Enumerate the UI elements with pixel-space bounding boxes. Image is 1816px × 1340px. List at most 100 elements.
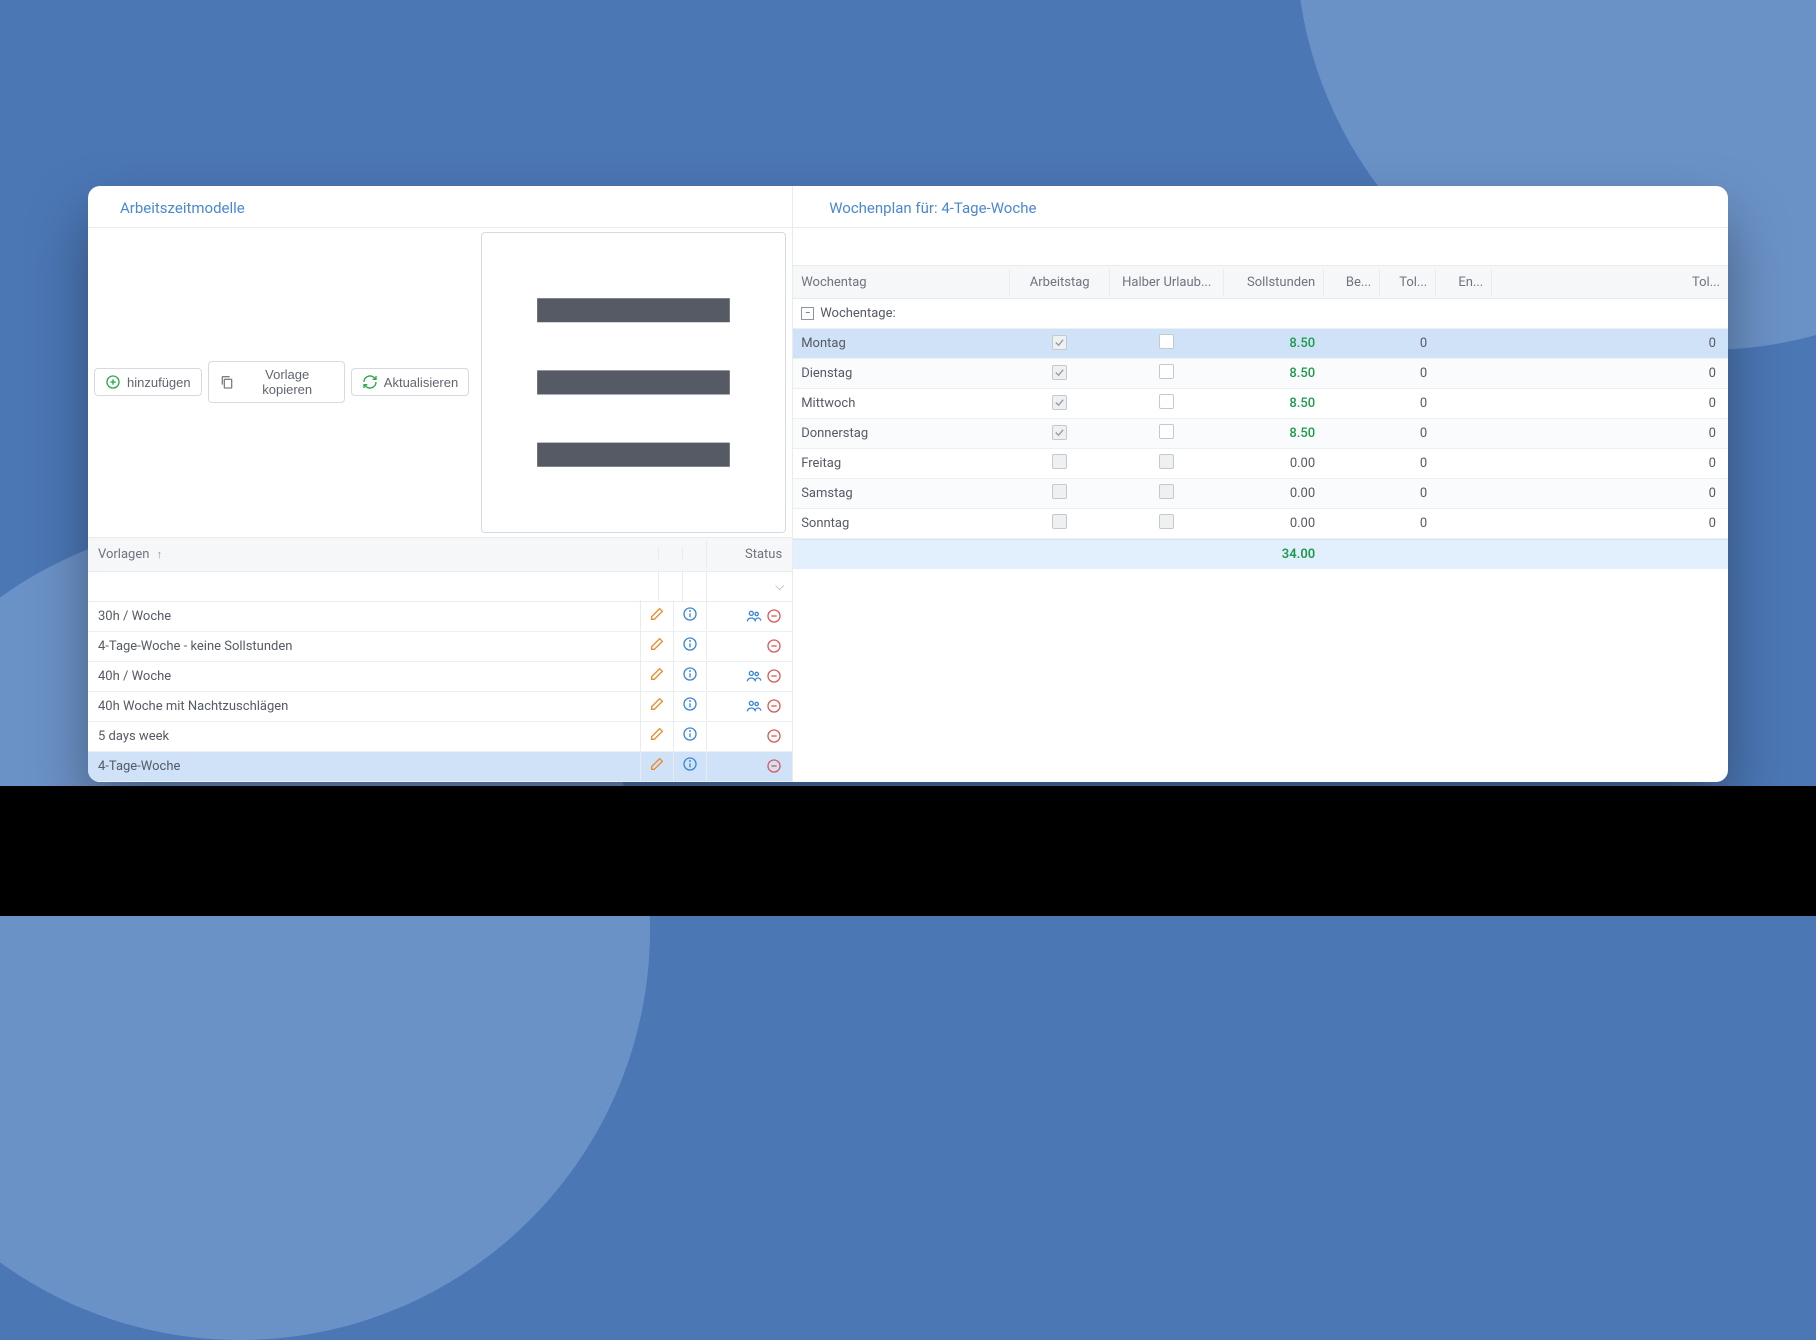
day-name: Freitag (793, 450, 1009, 477)
toolbar-left: hinzufügen Vorlage kopieren Aktualisiere… (88, 227, 792, 538)
col-header-vorlagen[interactable]: Vorlagen ↑ (88, 541, 658, 568)
workday-checkbox[interactable] (1052, 395, 1067, 410)
day-name: Donnerstag (793, 420, 1009, 447)
tol1-value: 0 (1379, 450, 1435, 477)
edit-icon[interactable] (649, 726, 665, 742)
halfvac-checkbox[interactable] (1159, 514, 1174, 529)
remove-icon[interactable] (766, 668, 782, 684)
col-header-be[interactable]: Be... (1323, 269, 1379, 296)
tol2-value: 0 (1491, 360, 1728, 387)
info-icon[interactable] (682, 756, 698, 772)
left-grid-body: 30h / Woche4-Tage-Woche - keine Sollstun… (88, 602, 792, 782)
day-name: Montag (793, 330, 1009, 357)
filter-status[interactable]: ⌵ (706, 572, 792, 601)
col-header-tol1[interactable]: Tol... (1379, 269, 1435, 296)
edit-icon[interactable] (649, 696, 665, 712)
template-name: 4-Tage-Woche - keine Sollstunden (88, 633, 640, 660)
table-row[interactable]: 4-Tage-Woche (88, 752, 792, 782)
info-icon[interactable] (682, 636, 698, 652)
en-value (1435, 488, 1491, 500)
workday-checkbox[interactable] (1052, 425, 1067, 440)
col-header-halber-urlaub[interactable]: Halber Urlaub... (1109, 269, 1223, 296)
edit-icon[interactable] (649, 606, 665, 622)
add-button[interactable]: hinzufügen (94, 368, 202, 396)
col-header-sollstunden[interactable]: Sollstunden (1223, 269, 1323, 296)
info-icon[interactable] (682, 606, 698, 622)
group-row-wochentage[interactable]: − Wochentage: (793, 299, 1728, 329)
menu-icon (489, 238, 778, 527)
tol1-value: 0 (1379, 330, 1435, 357)
remove-icon[interactable] (766, 728, 782, 744)
template-name: 40h / Woche (88, 663, 640, 690)
users-icon[interactable] (746, 698, 762, 714)
template-name: 40h Woche mit Nachtzuschlägen (88, 693, 640, 720)
table-row[interactable]: Freitag0.0000 (793, 449, 1728, 479)
en-value (1435, 428, 1491, 440)
table-row[interactable]: 40h Woche mit Nachtzuschlägen (88, 692, 792, 722)
halfvac-checkbox[interactable] (1159, 364, 1174, 379)
workday-checkbox[interactable] (1052, 484, 1067, 499)
tol2-value: 0 (1491, 480, 1728, 507)
col-header-arbeitstag[interactable]: Arbeitstag (1009, 269, 1109, 296)
info-icon[interactable] (682, 696, 698, 712)
collapse-icon[interactable]: − (801, 307, 814, 320)
info-icon[interactable] (682, 726, 698, 742)
workday-checkbox[interactable] (1052, 335, 1067, 350)
tol1-value: 0 (1379, 480, 1435, 507)
copy-template-button[interactable]: Vorlage kopieren (208, 361, 345, 403)
be-value (1323, 458, 1379, 470)
halfvac-checkbox[interactable] (1159, 394, 1174, 409)
col-header-edit (658, 548, 682, 560)
halfvac-checkbox[interactable] (1159, 424, 1174, 439)
table-row[interactable]: Sonntag0.0000 (793, 509, 1728, 539)
filter-info (682, 572, 706, 601)
en-value (1435, 458, 1491, 470)
remove-icon[interactable] (766, 638, 782, 654)
col-header-en[interactable]: En... (1435, 269, 1491, 296)
panel-title-right: Wochenplan für: 4-Tage-Woche (793, 186, 1728, 227)
sollstunden-value: 8.50 (1223, 330, 1323, 357)
refresh-label: Aktualisieren (384, 375, 458, 390)
tol1-value: 0 (1379, 420, 1435, 447)
col-header-tol2[interactable]: Tol... (1491, 269, 1728, 296)
table-row[interactable]: Dienstag8.5000 (793, 359, 1728, 389)
day-name: Sonntag (793, 510, 1009, 537)
sollstunden-value: 0.00 (1223, 510, 1323, 537)
table-row[interactable]: 30h / Woche (88, 602, 792, 632)
col-header-status[interactable]: Status (706, 541, 792, 568)
halfvac-checkbox[interactable] (1159, 334, 1174, 349)
table-row[interactable]: 4-Tage-Woche - keine Sollstunden (88, 632, 792, 662)
template-name: 4-Tage-Woche (88, 753, 640, 780)
edit-icon[interactable] (649, 666, 665, 682)
be-value (1323, 338, 1379, 350)
edit-icon[interactable] (649, 636, 665, 652)
table-row[interactable]: 5 days week (88, 722, 792, 752)
remove-icon[interactable] (766, 608, 782, 624)
sollstunden-value: 8.50 (1223, 360, 1323, 387)
users-icon[interactable] (746, 668, 762, 684)
right-grid-body: Montag8.5000Dienstag8.5000Mittwoch8.5000… (793, 329, 1728, 539)
grid-menu-button[interactable] (481, 232, 786, 533)
edit-icon[interactable] (649, 756, 665, 772)
refresh-button[interactable]: Aktualisieren (351, 368, 469, 396)
col-header-wochentag[interactable]: Wochentag (793, 269, 1009, 296)
table-row[interactable]: Samstag0.0000 (793, 479, 1728, 509)
remove-icon[interactable] (766, 698, 782, 714)
table-row[interactable]: 40h / Woche (88, 662, 792, 692)
sollstunden-sum: 34.00 (1223, 541, 1323, 568)
users-icon[interactable] (746, 608, 762, 624)
remove-icon[interactable] (766, 758, 782, 774)
halfvac-checkbox[interactable] (1159, 484, 1174, 499)
table-row[interactable]: Mittwoch8.5000 (793, 389, 1728, 419)
tol2-value: 0 (1491, 390, 1728, 417)
table-row[interactable]: Montag8.5000 (793, 329, 1728, 359)
sollstunden-value: 8.50 (1223, 420, 1323, 447)
info-icon[interactable] (682, 666, 698, 682)
filter-vorlagen[interactable] (88, 572, 658, 601)
workday-checkbox[interactable] (1052, 454, 1067, 469)
workday-checkbox[interactable] (1052, 365, 1067, 380)
halfvac-checkbox[interactable] (1159, 454, 1174, 469)
tol2-value: 0 (1491, 510, 1728, 537)
workday-checkbox[interactable] (1052, 514, 1067, 529)
table-row[interactable]: Donnerstag8.5000 (793, 419, 1728, 449)
